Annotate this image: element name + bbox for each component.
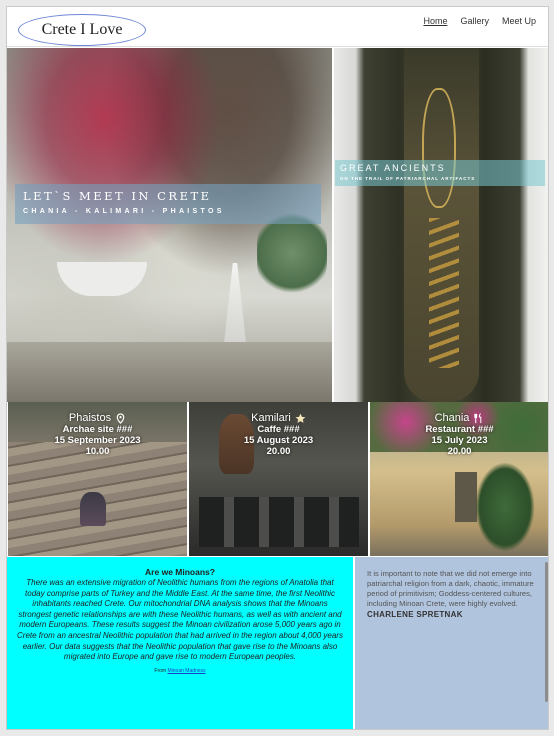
- quote-scrollbar[interactable]: [545, 562, 548, 702]
- event-info: Phaistos Archae site ### 15 September 20…: [8, 412, 187, 457]
- hero-left-caption[interactable]: LET`S MEET IN CRETE CHANIA - KALIMARI - …: [15, 184, 321, 224]
- event-card-kamilari[interactable]: Kamilari Caffe ### 15 August 2023 20.00: [189, 402, 369, 556]
- source-prefix: From: [154, 667, 167, 674]
- hero-cafe-image: [7, 48, 332, 402]
- site-header: Crete I Love Home Gallery Meet Up: [7, 7, 548, 47]
- article-title: Are we Minoans?: [145, 567, 215, 577]
- star-icon: [295, 413, 306, 423]
- page-frame: Crete I Love Home Gallery Meet Up LET`S …: [6, 6, 549, 730]
- article-body: There was an extensive migration of Neol…: [17, 578, 343, 662]
- nav-gallery[interactable]: Gallery: [460, 16, 489, 26]
- quote-author: CHARLENE SPRETNAK: [367, 610, 463, 619]
- event-card-chania[interactable]: Chania Restaurant ### 15 July 2023 20.00: [370, 402, 548, 556]
- hero-right-title: GREAT ANCIENTS: [340, 163, 446, 173]
- event-time: 20.00: [266, 446, 291, 457]
- event-info: Kamilari Caffe ### 15 August 2023 20.00: [189, 412, 368, 457]
- event-place: Archae site ###: [62, 424, 133, 435]
- vase-shape: [224, 263, 246, 343]
- nav-meet-up[interactable]: Meet Up: [502, 16, 536, 26]
- gold-pattern-shape: [429, 218, 459, 368]
- event-place: Caffe ###: [257, 424, 300, 435]
- potted-plant-shape: [475, 462, 535, 552]
- map-pin-icon: [116, 412, 125, 424]
- event-date: 15 August 2023: [243, 435, 314, 446]
- cafe-tables-shape: [199, 497, 359, 547]
- door-shape: [455, 472, 477, 522]
- hero-artifact-image: [334, 48, 548, 402]
- event-time: 20.00: [447, 446, 472, 457]
- event-info: Chania Restaurant ### 15 July 2023 20.00: [370, 412, 548, 457]
- article-box: Are we Minoans? There was an extensive m…: [7, 557, 353, 729]
- article-source: From Minoan Madness: [17, 668, 343, 674]
- event-city: Chania: [434, 412, 470, 424]
- cutlery-icon: [474, 412, 482, 423]
- event-city: Kamilari: [251, 412, 291, 424]
- quote-text: It is important to note that we did not …: [367, 569, 534, 608]
- gold-inlay-shape: [422, 88, 456, 208]
- cup-shape: [57, 262, 147, 296]
- hero-left-subtitle: CHANIA - KALIMARI - PHAISTOS: [23, 208, 225, 215]
- table-shape: [7, 342, 332, 402]
- event-date: 15 July 2023: [431, 435, 488, 446]
- hero-left-title: LET`S MEET IN CRETE: [23, 189, 212, 203]
- event-time: 10.00: [85, 446, 110, 457]
- hero-right-subtitle: ON THE TRAIL OF PATRIARCHAL ARTIFACTS: [340, 176, 476, 181]
- event-date: 15 September 2023: [54, 435, 141, 446]
- nav-home[interactable]: Home: [423, 16, 447, 26]
- main-nav: Home Gallery Meet Up: [423, 16, 536, 26]
- event-card-phaistos[interactable]: Phaistos Archae site ### 15 September 20…: [8, 402, 188, 556]
- event-place: Restaurant ###: [425, 424, 494, 435]
- source-link[interactable]: Minoan Madness: [167, 668, 205, 674]
- seated-person-shape: [80, 492, 106, 526]
- hero-right-caption[interactable]: GREAT ANCIENTS ON THE TRAIL OF PATRIARCH…: [335, 160, 545, 186]
- site-logo[interactable]: Crete I Love: [18, 14, 146, 46]
- quote-box: It is important to note that we did not …: [355, 557, 548, 729]
- event-city: Phaistos: [68, 412, 112, 424]
